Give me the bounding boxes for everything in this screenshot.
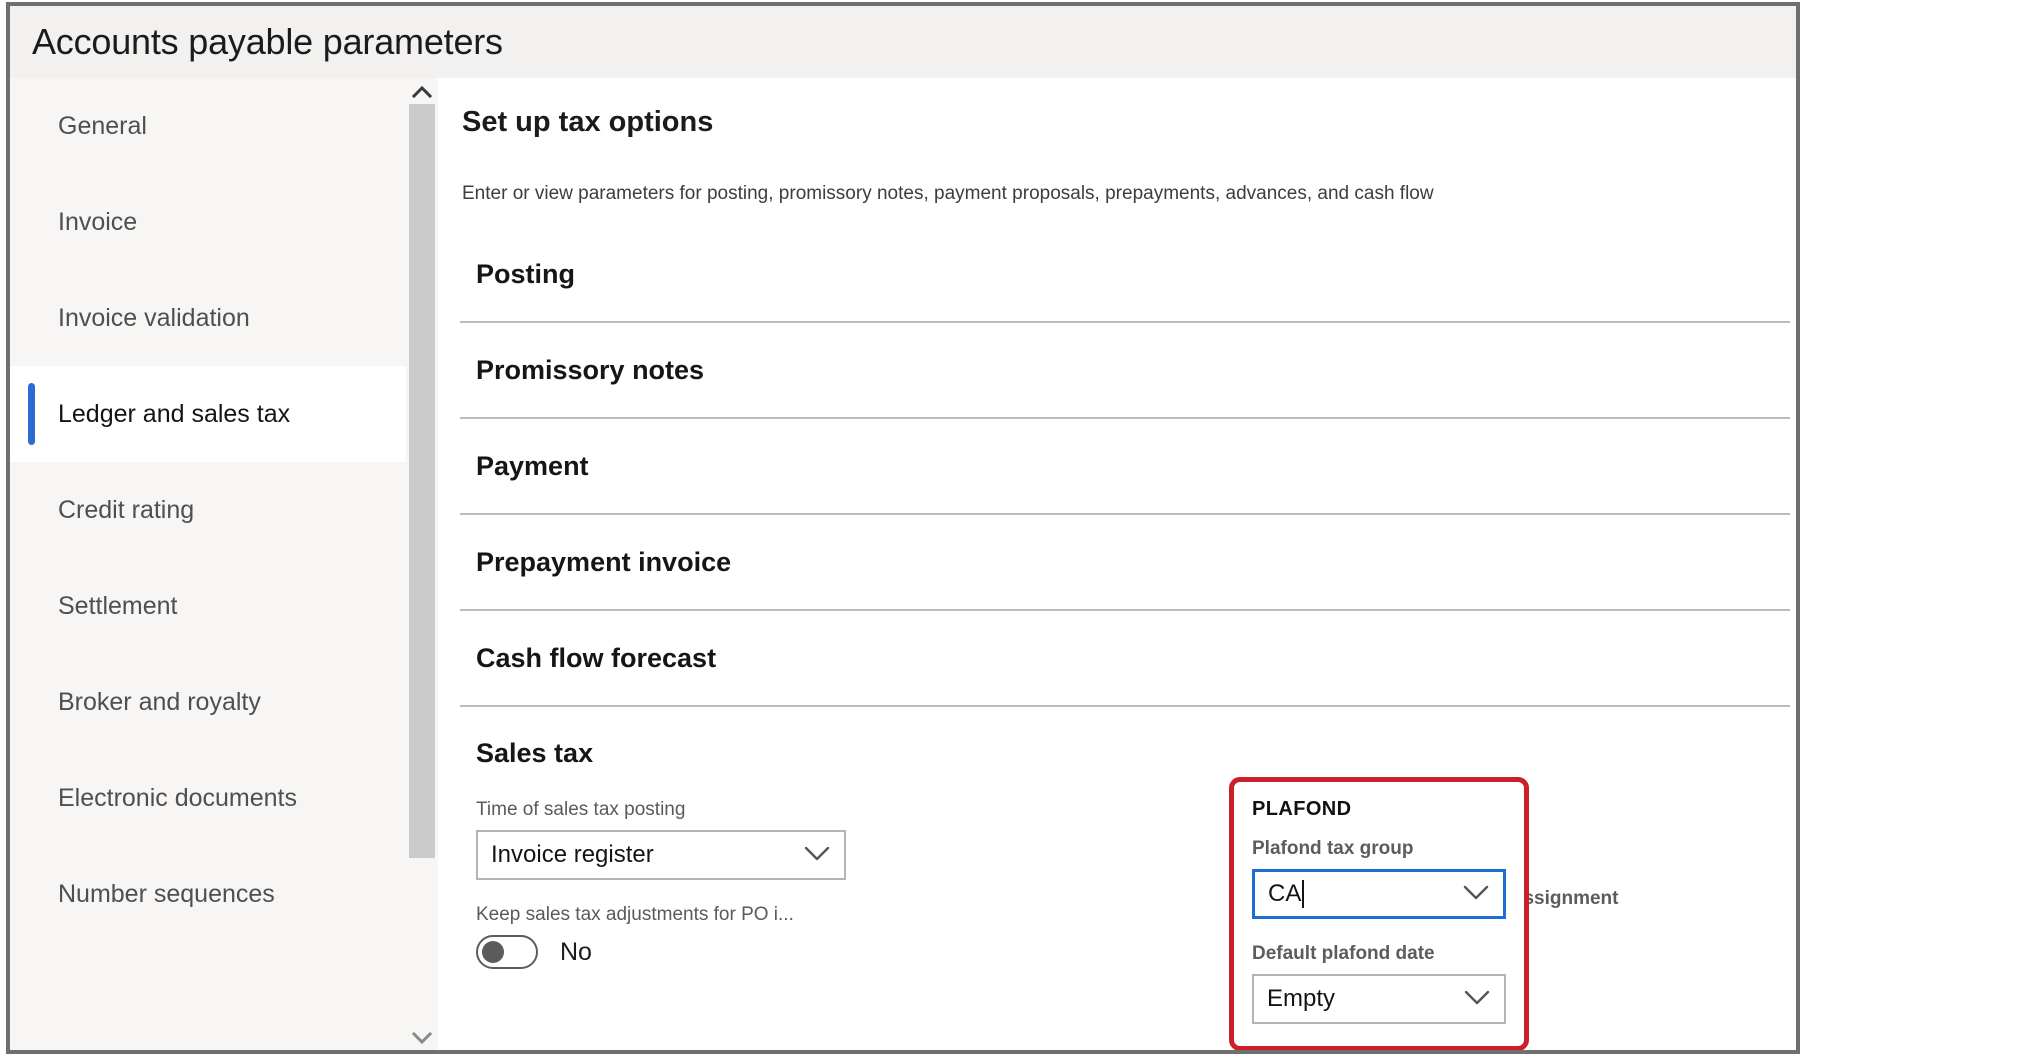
sidebar-item-broker-and-royalty[interactable]: Broker and royalty xyxy=(10,654,406,750)
sidebar-item-electronic-documents[interactable]: Electronic documents xyxy=(10,750,406,846)
section-label: Payment xyxy=(476,451,589,482)
sidebar-item-general[interactable]: General xyxy=(10,78,406,174)
plafond-group-title: PLAFOND xyxy=(1252,798,1506,821)
selection-accent-bar xyxy=(28,383,35,445)
field-time-of-sales-tax-posting: Time of sales tax posting Invoice regist… xyxy=(476,799,846,880)
keep-sales-tax-adjustments-toggle[interactable] xyxy=(476,935,538,969)
title-bar: Accounts payable parameters xyxy=(10,6,1796,78)
pane-subtitle: Enter or view parameters for posting, pr… xyxy=(460,183,1790,205)
select-value: Invoice register xyxy=(491,843,654,867)
form-column-middle: PLAFOND Plafond tax group CA xyxy=(884,799,1156,993)
sidebar-item-label: Invoice xyxy=(58,208,137,237)
sidebar-item-label: Settlement xyxy=(58,592,178,621)
field-keep-sales-tax-adjustments: Keep sales tax adjustments for PO i... N… xyxy=(476,904,846,969)
select-value: Empty xyxy=(1267,987,1335,1011)
section-posting[interactable]: Posting xyxy=(460,227,1790,323)
default-plafond-date-select[interactable]: Empty xyxy=(1252,974,1506,1024)
section-label: Cash flow forecast xyxy=(476,643,716,674)
form-column-left: Time of sales tax posting Invoice regist… xyxy=(476,799,846,993)
collapsible-section-list: Posting Promissory notes Payment Prepaym… xyxy=(460,227,1790,707)
sidebar-item-label: Credit rating xyxy=(58,496,194,525)
sidebar-item-credit-rating[interactable]: Credit rating xyxy=(10,462,406,558)
field-plafond-tax-group: Plafond tax group CA xyxy=(1252,838,1506,919)
sales-tax-form: Time of sales tax posting Invoice regist… xyxy=(460,799,1790,993)
sidebar-item-invoice-validation[interactable]: Invoice validation xyxy=(10,270,406,366)
sidebar-item-label: Number sequences xyxy=(58,880,275,909)
section-promissory-notes[interactable]: Promissory notes xyxy=(460,323,1790,419)
keep-sales-tax-adjustments-toggle-row: No xyxy=(476,935,846,969)
field-label: Default plafond date xyxy=(1252,943,1506,965)
chevron-down-icon xyxy=(803,845,831,867)
sidebar-item-settlement[interactable]: Settlement xyxy=(10,558,406,654)
sidebar-scrollbar[interactable] xyxy=(406,78,438,1050)
text-cursor xyxy=(1302,880,1304,908)
scrollbar-thumb[interactable] xyxy=(409,104,435,858)
sidebar-item-invoice[interactable]: Invoice xyxy=(10,174,406,270)
sidebar-item-label: Ledger and sales tax xyxy=(58,400,290,429)
sidebar-item-ledger-and-sales-tax[interactable]: Ledger and sales tax xyxy=(10,366,406,462)
sidebar-item-label: Electronic documents xyxy=(58,784,297,813)
section-label: Sales tax xyxy=(476,738,593,769)
section-label: Posting xyxy=(476,259,575,290)
time-of-sales-tax-posting-select[interactable]: Invoice register xyxy=(476,830,846,880)
section-prepayment-invoice[interactable]: Prepayment invoice xyxy=(460,515,1790,611)
sidebar-nav: General Invoice Invoice validation Ledge… xyxy=(10,78,406,1050)
pane-title: Set up tax options xyxy=(460,106,1790,139)
plafond-tax-group-input[interactable]: CA xyxy=(1252,869,1506,919)
sidebar-item-label: Broker and royalty xyxy=(58,688,261,717)
toggle-value: No xyxy=(560,938,592,967)
section-sales-tax[interactable]: Sales tax xyxy=(460,707,1790,799)
field-label: Keep sales tax adjustments for PO i... xyxy=(476,904,846,926)
plafond-highlight-group: PLAFOND Plafond tax group CA xyxy=(1229,777,1529,1050)
page-title: Accounts payable parameters xyxy=(32,24,503,60)
sidebar-item-label: General xyxy=(58,112,147,141)
plafond-tax-group-value: CA xyxy=(1268,882,1301,906)
scrollbar-up-button[interactable] xyxy=(406,78,438,104)
sidebar-item-number-sequences[interactable]: Number sequences xyxy=(10,846,406,942)
section-payment[interactable]: Payment xyxy=(460,419,1790,515)
section-cash-flow-forecast[interactable]: Cash flow forecast xyxy=(460,611,1790,707)
section-label: Prepayment invoice xyxy=(476,547,731,578)
field-default-plafond-date: Default plafond date Empty xyxy=(1252,943,1506,1024)
window-body: General Invoice Invoice validation Ledge… xyxy=(10,78,1796,1050)
chevron-down-icon xyxy=(1463,989,1491,1011)
scrollbar-down-button[interactable] xyxy=(406,1024,438,1050)
section-label: Promissory notes xyxy=(476,355,704,386)
select-value-wrapper: CA xyxy=(1268,880,1304,908)
chevron-up-icon xyxy=(412,85,432,98)
scrollbar-track[interactable] xyxy=(406,104,438,1024)
chevron-down-icon xyxy=(1462,884,1490,906)
field-label: Plafond tax group xyxy=(1252,838,1506,860)
chevron-down-icon xyxy=(412,1031,432,1044)
sidebar-item-label: Invoice validation xyxy=(58,304,250,333)
toggle-knob xyxy=(482,941,504,963)
app-window: Accounts payable parameters General Invo… xyxy=(6,2,1800,1054)
field-label: Time of sales tax posting xyxy=(476,799,846,821)
main-content: Set up tax options Enter or view paramet… xyxy=(438,78,1796,1050)
